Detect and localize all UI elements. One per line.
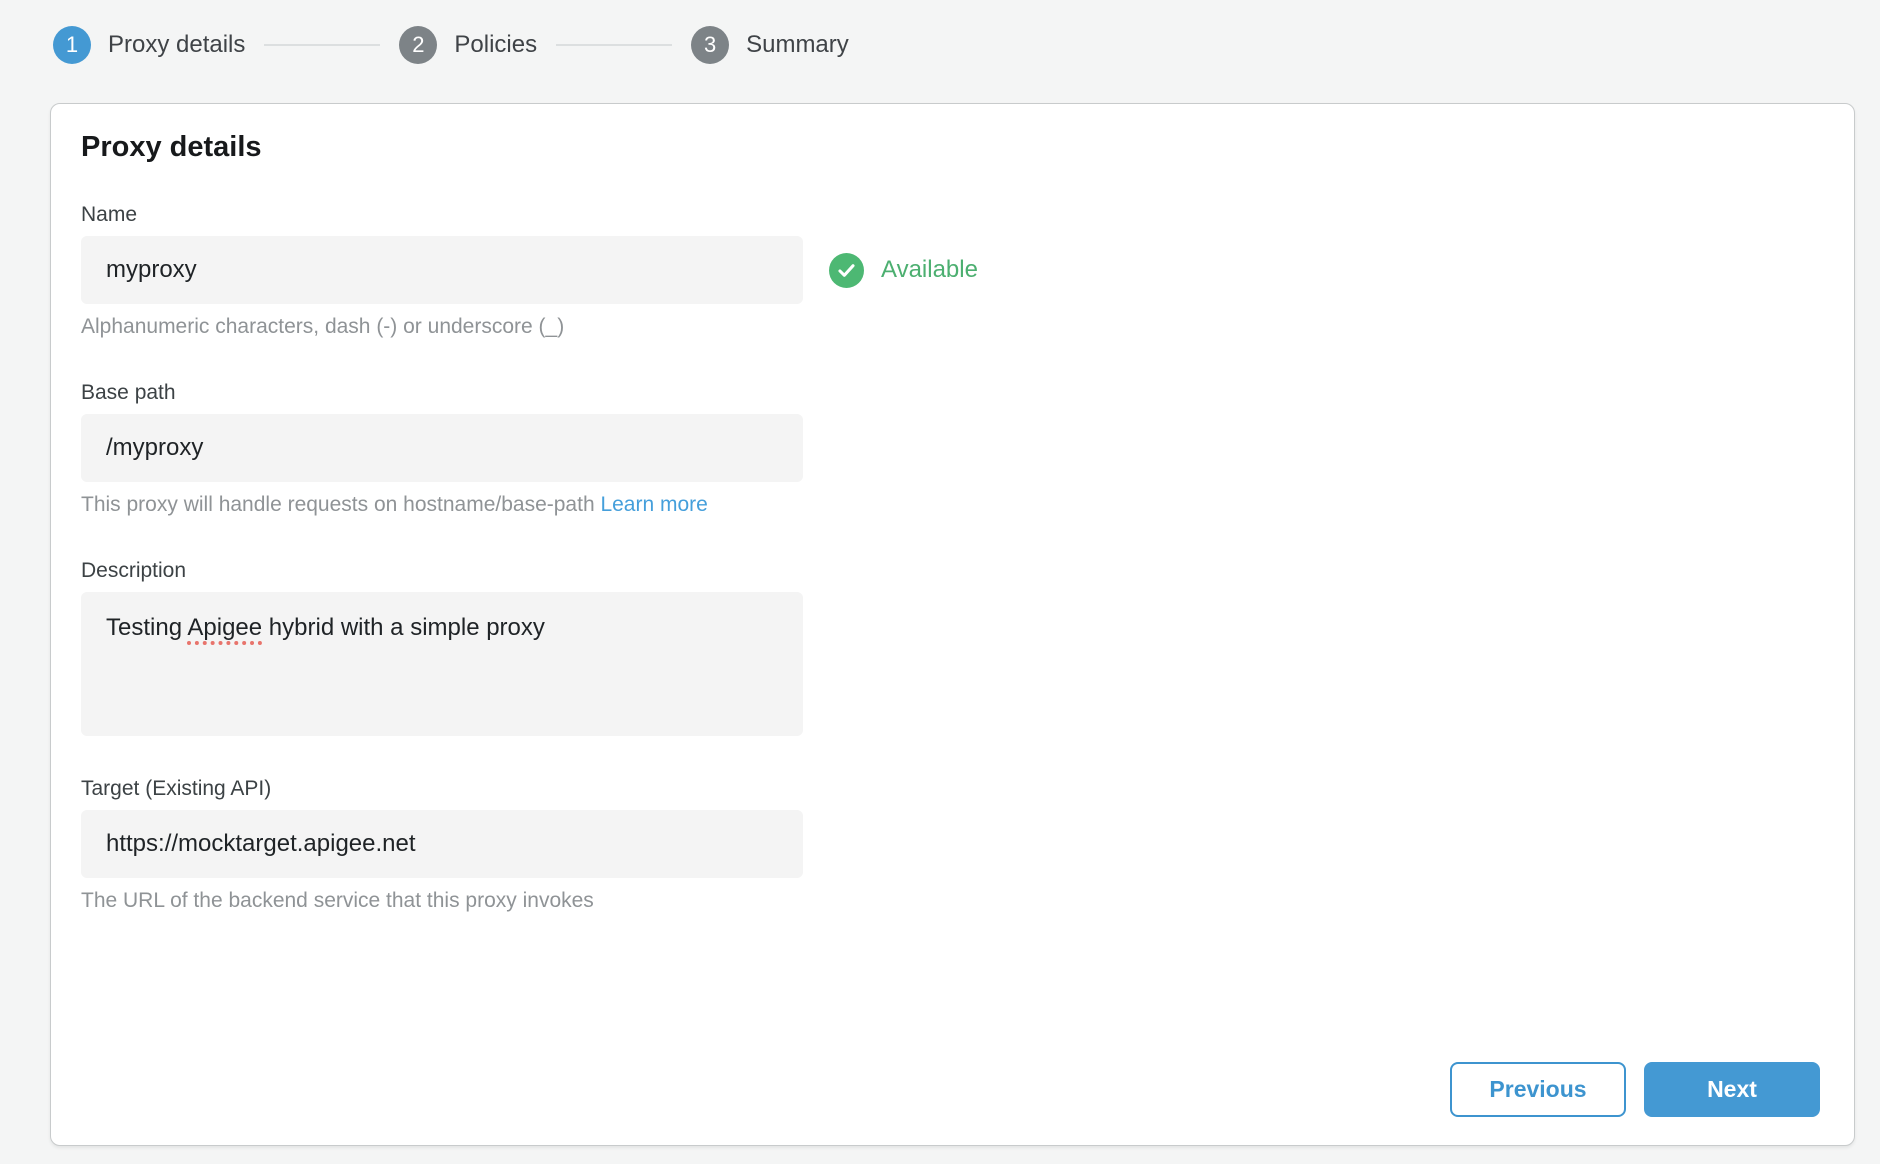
stepper-step-summary[interactable]: 3 Summary — [691, 26, 849, 64]
stepper-step-proxy-details[interactable]: 1 Proxy details — [53, 26, 245, 64]
availability-status-badge: Available — [829, 253, 978, 288]
check-circle-icon — [829, 253, 864, 288]
next-button[interactable]: Next — [1644, 1062, 1820, 1117]
base-path-helper-text: This proxy will handle requests on hostn… — [81, 492, 1824, 518]
page-title: Proxy details — [81, 131, 1824, 164]
step-number-badge: 2 — [399, 26, 437, 64]
description-textarea[interactable]: Testing Apigee hybrid with a simple prox… — [81, 592, 803, 736]
base-path-label: Base path — [81, 380, 1824, 406]
target-input[interactable] — [81, 810, 803, 878]
name-field-group: Name Available Alphanumeric characters, … — [81, 202, 1824, 340]
base-path-helper-prefix: This proxy will handle requests on hostn… — [81, 493, 600, 516]
wizard-nav-buttons: Previous Next — [1450, 1062, 1820, 1117]
stepper-connector — [264, 44, 380, 46]
base-path-field-group: Base path This proxy will handle request… — [81, 380, 1824, 518]
description-text-before: Testing — [106, 614, 187, 641]
target-field-group: Target (Existing API) The URL of the bac… — [81, 776, 1824, 914]
stepper-connector — [556, 44, 672, 46]
wizard-stepper: 1 Proxy details 2 Policies 3 Summary — [0, 0, 1880, 65]
description-misspelled-word: Apigee — [187, 614, 262, 641]
name-helper-text: Alphanumeric characters, dash (-) or und… — [81, 314, 1824, 340]
description-label: Description — [81, 558, 1824, 584]
base-path-input[interactable] — [81, 414, 803, 482]
step-number-badge: 1 — [53, 26, 91, 64]
learn-more-link[interactable]: Learn more — [600, 493, 707, 516]
target-label: Target (Existing API) — [81, 776, 1824, 802]
name-input[interactable] — [81, 236, 803, 304]
previous-button[interactable]: Previous — [1450, 1062, 1626, 1117]
step-label: Policies — [454, 31, 537, 59]
step-label: Proxy details — [108, 31, 245, 59]
name-label: Name — [81, 202, 1824, 228]
proxy-details-card: Proxy details Name Available Alphanumeri… — [50, 103, 1855, 1146]
description-field-group: Description Testing Apigee hybrid with a… — [81, 558, 1824, 736]
description-text-after: hybrid with a simple proxy — [262, 614, 545, 641]
stepper-step-policies[interactable]: 2 Policies — [399, 26, 537, 64]
step-label: Summary — [746, 31, 849, 59]
step-number-badge: 3 — [691, 26, 729, 64]
availability-status-text: Available — [881, 256, 978, 284]
target-helper-text: The URL of the backend service that this… — [81, 888, 1824, 914]
